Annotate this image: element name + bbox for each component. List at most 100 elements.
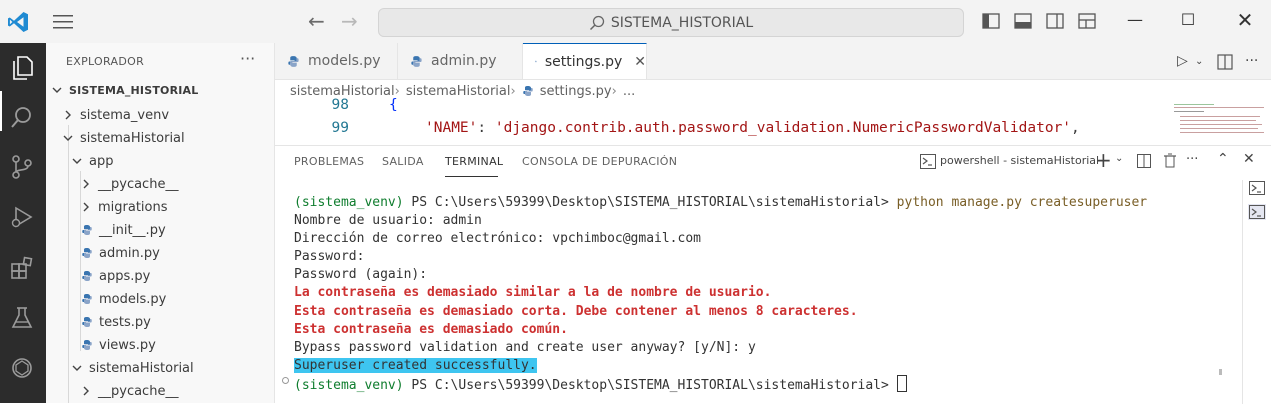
- vscode-logo-icon[interactable]: [6, 10, 30, 34]
- code-punct: ,: [1071, 120, 1080, 136]
- workspace-root[interactable]: SISTEMA_HISTORIAL: [46, 79, 278, 101]
- testing-flask-icon[interactable]: [9, 305, 35, 331]
- tree-item-label: models.py: [99, 291, 167, 307]
- breadcrumb-item[interactable]: sistemaHistorial: [406, 84, 511, 99]
- scrollbar-thumb[interactable]: [1219, 369, 1222, 375]
- close-tab-icon[interactable]: ✕: [634, 54, 646, 70]
- tab-debug-console[interactable]: CONSOLA DE DEPURACIÓN: [522, 155, 677, 168]
- tree-item-label: sistema_venv: [80, 107, 170, 123]
- error-line: La contraseña es demasiado similar a la …: [294, 285, 772, 301]
- output-line: Password:: [294, 249, 365, 265]
- more-actions-icon[interactable]: ···: [1186, 152, 1198, 167]
- python-file-icon: [535, 60, 537, 63]
- tree-item[interactable]: __pycache__: [46, 173, 307, 195]
- chevron-down-icon[interactable]: ⌄: [1195, 56, 1203, 67]
- python-file-icon: [82, 294, 92, 304]
- tab-models[interactable]: models.py: [275, 43, 398, 79]
- line-number: 98: [331, 98, 349, 113]
- forward-arrow-icon[interactable]: →: [341, 11, 358, 31]
- venv-label: (sistema_venv): [294, 377, 404, 393]
- maximize-panel-icon[interactable]: ⌃: [1217, 151, 1229, 167]
- breadcrumb-separator-icon: ›: [611, 83, 617, 99]
- workspace-root-label: SISTEMA_HISTORIAL: [69, 83, 199, 97]
- close-panel-icon[interactable]: ✕: [1243, 151, 1255, 167]
- maximize-icon[interactable]: ☐: [1178, 10, 1198, 30]
- tree-item[interactable]: sistemaHistorial: [46, 127, 289, 149]
- tree-item-label: sistemaHistorial: [80, 130, 185, 146]
- extensions-icon[interactable]: [9, 255, 35, 281]
- toggle-panel-icon[interactable]: [1014, 12, 1032, 30]
- python-file-icon: [82, 340, 92, 350]
- toggle-secondary-sidebar-icon[interactable]: [1046, 12, 1064, 30]
- tree-item[interactable]: __init__.py: [46, 219, 309, 241]
- code-editor[interactable]: 98 { 99 'NAME': 'django.contrib.auth.pas…: [275, 98, 1170, 140]
- customize-layout-icon[interactable]: [1078, 12, 1096, 30]
- minimize-icon[interactable]: —: [1125, 10, 1145, 30]
- minimap-line: [1180, 120, 1256, 121]
- run-debug-icon[interactable]: [9, 204, 35, 230]
- chevron-down-icon[interactable]: ⌄: [1115, 153, 1123, 164]
- minimap-line: [1180, 128, 1258, 129]
- minimap-line: [1174, 107, 1264, 108]
- chevron-down-icon: [52, 87, 62, 93]
- breadcrumb-item[interactable]: sistemaHistorial: [290, 84, 395, 99]
- tree-item[interactable]: views.py: [46, 334, 309, 356]
- output-line: Bypass password validation and create us…: [294, 339, 756, 355]
- tab-output[interactable]: SALIDA: [382, 155, 424, 168]
- activity-bar: [0, 43, 46, 403]
- prompt-path: PS C:\Users\59399\Desktop\SISTEMA_HISTOR…: [403, 195, 897, 210]
- breadcrumb-item[interactable]: ...: [623, 84, 635, 99]
- run-python-icon[interactable]: ▷: [1177, 53, 1188, 69]
- error-line: Esta contraseña es demasiado común.: [294, 321, 568, 337]
- more-actions-icon[interactable]: ···: [1245, 53, 1258, 69]
- split-terminal-icon[interactable]: [1137, 154, 1151, 168]
- trash-icon[interactable]: [1163, 153, 1177, 168]
- bottom-panel: PROBLEMAS SALIDA TERMINAL CONSOLA DE DEP…: [275, 145, 1271, 404]
- toggle-primary-sidebar-icon[interactable]: [982, 12, 1000, 30]
- tree-item[interactable]: sistemaHistorial: [46, 357, 298, 379]
- tree-item[interactable]: admin.py: [46, 242, 309, 264]
- active-tab-underline: [445, 176, 498, 177]
- terminal-output[interactable]: (sistema_venv) PS C:\Users\59399\Desktop…: [294, 194, 1147, 395]
- tab-label: settings.py: [544, 53, 623, 70]
- tree-item-label: sistemaHistorial: [89, 360, 194, 376]
- chatgpt-icon[interactable]: [9, 355, 35, 381]
- command-decoration-icon[interactable]: [282, 377, 289, 384]
- terminal-name[interactable]: powershell - sistemaHistorial: [940, 154, 1099, 167]
- tree-item[interactable]: models.py: [46, 288, 309, 310]
- terminal-shell-icon: [920, 154, 936, 169]
- chevron-down-icon: [72, 158, 82, 164]
- tree-item[interactable]: migrations: [46, 196, 307, 218]
- more-actions-icon[interactable]: ···: [240, 49, 255, 68]
- search-sidebar-icon[interactable]: [9, 105, 35, 131]
- source-control-icon[interactable]: [9, 154, 35, 180]
- minimap-line: [1180, 124, 1262, 125]
- tab-problems[interactable]: PROBLEMAS: [294, 155, 364, 168]
- terminal-instance-icon[interactable]: [1248, 204, 1266, 220]
- tab-admin[interactable]: admin.py: [398, 43, 523, 79]
- menu-icon[interactable]: [53, 13, 73, 31]
- minimap[interactable]: [1170, 98, 1271, 140]
- explorer-icon[interactable]: [9, 54, 35, 80]
- error-line: Esta contraseña es demasiado corta. Debe…: [294, 303, 858, 319]
- tree-item[interactable]: app: [46, 150, 298, 172]
- close-window-icon[interactable]: ✕: [1235, 10, 1255, 30]
- terminal-instance-icon[interactable]: [1248, 180, 1266, 196]
- chevron-right-icon: [65, 110, 71, 120]
- tree-item[interactable]: tests.py: [46, 311, 309, 333]
- tab-terminal[interactable]: TERMINAL: [445, 155, 503, 168]
- python-file-icon: [288, 55, 299, 67]
- tree-item[interactable]: apps.py: [46, 265, 309, 287]
- back-arrow-icon[interactable]: ←: [308, 11, 325, 31]
- tree-item[interactable]: sistema_venv: [46, 104, 289, 126]
- chevron-right-icon: [83, 202, 89, 212]
- command-center-search[interactable]: SISTEMA_HISTORIAL: [378, 8, 964, 37]
- split-editor-icon[interactable]: [1217, 54, 1233, 70]
- new-terminal-icon[interactable]: +: [1095, 148, 1112, 172]
- chevron-down-icon: [72, 365, 82, 371]
- command-center-label: SISTEMA_HISTORIAL: [610, 14, 754, 31]
- title-bar: ← → SISTEMA_HISTORIAL — ☐ ✕: [0, 0, 1271, 43]
- tab-settings[interactable]: settings.py ✕: [523, 43, 647, 79]
- tree-item[interactable]: __pycache__: [46, 380, 307, 402]
- breadcrumb-item[interactable]: settings.py: [540, 84, 612, 99]
